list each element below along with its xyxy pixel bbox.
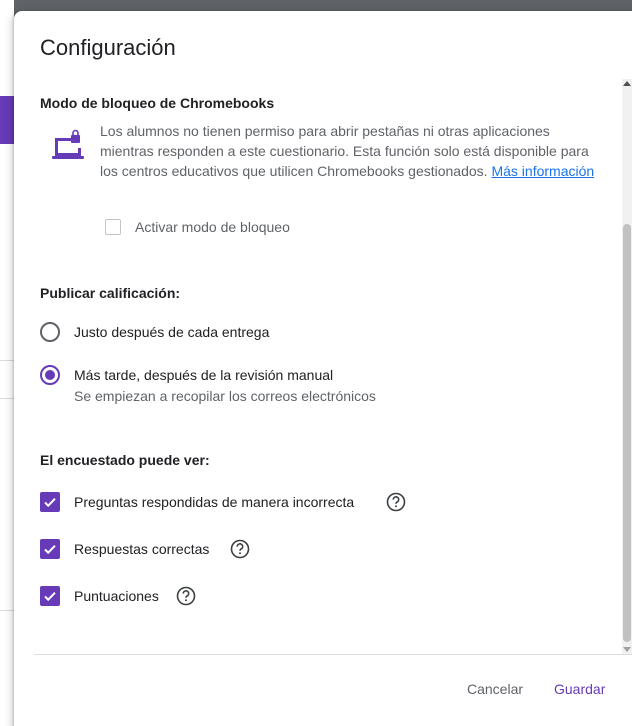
footer-divider — [34, 654, 632, 655]
scores-label[interactable]: Puntuaciones — [74, 588, 159, 604]
background-header-strip — [0, 96, 14, 144]
checkbox-correct-answers[interactable] — [40, 539, 60, 559]
scroll-up-arrow-icon[interactable] — [623, 81, 631, 86]
grade-release-heading: Publicar calificación: — [40, 285, 181, 301]
correct-answers-label[interactable]: Respuestas correctas — [74, 541, 209, 557]
checkmark-icon — [44, 592, 56, 602]
background-divider — [0, 360, 14, 361]
background-divider — [0, 398, 14, 399]
learn-more-link[interactable]: Más información — [491, 163, 594, 179]
lock-mode-checkbox[interactable] — [105, 219, 121, 235]
respondent-can-see-heading: El encuestado puede ver: — [40, 452, 210, 468]
lock-mode-description: Los alumnos no tienen permiso para abrir… — [100, 121, 600, 181]
checkmark-icon — [44, 545, 56, 555]
scrollbar-thumb[interactable] — [623, 224, 631, 642]
incorrect-questions-label[interactable]: Preguntas respondidas de manera incorrec… — [74, 494, 354, 510]
lock-mode-checkbox-label[interactable]: Activar modo de bloqueo — [135, 219, 290, 235]
radio-later[interactable] — [40, 365, 60, 385]
checkbox-incorrect-questions[interactable] — [40, 492, 60, 512]
help-icon[interactable] — [386, 492, 406, 512]
settings-dialog: Configuración Modo de bloqueo de Chromeb… — [14, 11, 632, 726]
dialog-title: Configuración — [40, 35, 176, 60]
radio-immediately-label[interactable]: Justo después de cada entrega — [74, 324, 269, 340]
save-button[interactable]: Guardar — [554, 681, 605, 697]
radio-later-sublabel: Se empiezan a recopilar los correos elec… — [74, 388, 376, 404]
scroll-down-arrow-icon[interactable] — [623, 647, 631, 652]
checkmark-icon — [44, 498, 56, 508]
radio-immediately[interactable] — [40, 322, 60, 342]
background-divider — [0, 610, 14, 611]
help-icon[interactable] — [230, 539, 250, 559]
lock-mode-heading: Modo de bloqueo de Chromebooks — [40, 95, 275, 111]
checkbox-scores[interactable] — [40, 586, 60, 606]
laptop-lock-icon — [52, 129, 84, 159]
cancel-button[interactable]: Cancelar — [467, 681, 523, 697]
radio-later-label[interactable]: Más tarde, después de la revisión manual — [74, 367, 333, 383]
help-icon[interactable] — [176, 586, 196, 606]
